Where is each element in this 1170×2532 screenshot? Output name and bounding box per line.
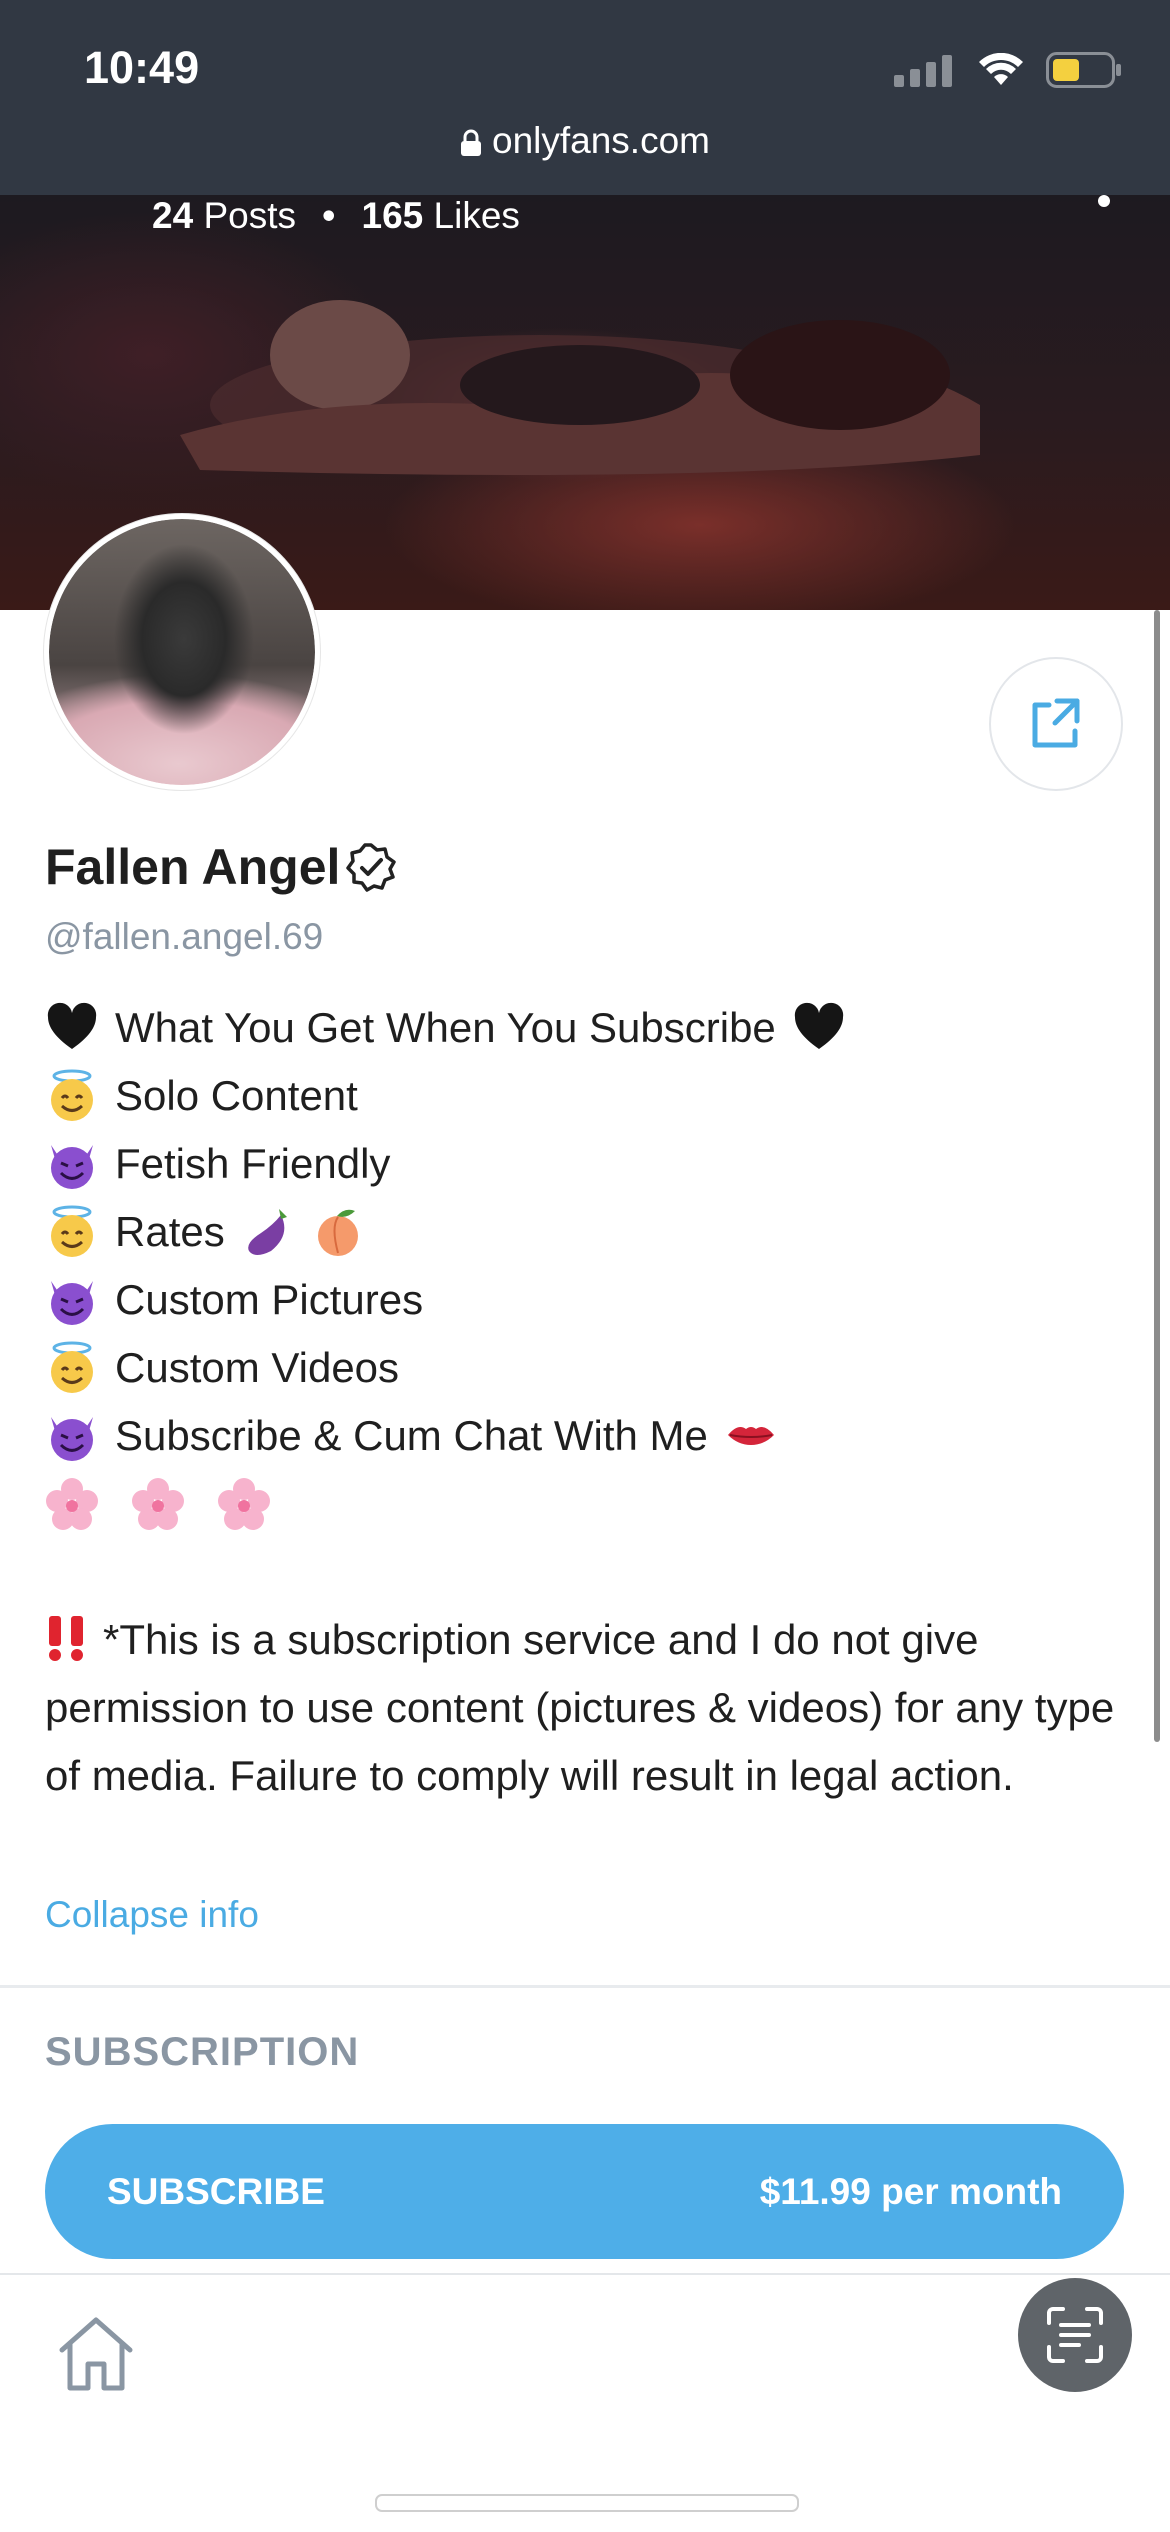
likes-count: 165 [361, 195, 424, 236]
bio-text: Rates [115, 1208, 225, 1255]
profile-bio: What You Get When You Subscribe Solo Con… [45, 994, 1125, 1810]
cover-photo-figure [180, 300, 980, 475]
home-indicator[interactable] [375, 2494, 799, 2512]
double-exclamation-icon [49, 1616, 83, 1661]
bio-disclaimer: *This is a subscription service and I do… [45, 1606, 1125, 1810]
share-button[interactable] [989, 657, 1123, 791]
bio-line: Solo Content [45, 1062, 1125, 1130]
subscription-heading: SUBSCRIPTION [45, 2030, 360, 2074]
lock-icon [461, 129, 481, 156]
bio-text: Subscribe & Cum Chat With Me [115, 1412, 708, 1459]
smiling-face-with-halo-icon [51, 1205, 93, 1257]
bio-line: Custom Videos [45, 1334, 1125, 1402]
posts-count: 24 [152, 195, 194, 236]
bio-text: Fetish Friendly [115, 1140, 391, 1187]
bio-text: What You Get When You Subscribe [115, 1004, 776, 1051]
smiling-face-with-horns-icon [51, 1417, 93, 1461]
eggplant-icon [247, 1209, 287, 1255]
posts-label: Posts [203, 195, 296, 236]
share-icon [1032, 698, 1080, 748]
profile-name-text: Fallen Angel [45, 839, 341, 895]
bio-line: Custom Pictures [45, 1266, 1125, 1334]
bio-line [45, 1470, 1125, 1538]
likes-label: Likes [433, 195, 520, 236]
bio-text: Custom Videos [115, 1344, 400, 1391]
cherry-blossom-icon [46, 1478, 98, 1530]
live-text-button[interactable] [1018, 2278, 1132, 2392]
cherry-blossom-icon [132, 1478, 184, 1530]
wifi-icon [979, 53, 1023, 85]
subscribe-button-label: SUBSCRIBE [107, 2170, 325, 2212]
avatar[interactable] [44, 514, 320, 790]
avatar-image [49, 519, 315, 785]
black-heart-icon [47, 1002, 97, 1049]
battery-icon [1046, 52, 1121, 88]
smiling-face-with-halo-icon [51, 1341, 93, 1393]
url-text: onlyfans.com [492, 120, 710, 161]
status-and-url-bar: 10:49 onlyfans.com [0, 0, 1170, 195]
subscribe-button[interactable]: SUBSCRIBE $11.99 per month [45, 2124, 1124, 2259]
bio-line: Subscribe & Cum Chat With Me [45, 1402, 1125, 1470]
smiling-face-with-halo-icon [51, 1069, 93, 1121]
stats-separator: • [322, 195, 336, 236]
home-icon[interactable] [56, 2316, 136, 2392]
disclaimer-text: *This is a subscription service and I do… [45, 1616, 1115, 1799]
profile-name: Fallen Angel [45, 838, 397, 896]
bio-line: What You Get When You Subscribe [45, 994, 1125, 1062]
bio-text: Solo Content [115, 1072, 358, 1119]
bio-text: Custom Pictures [115, 1276, 424, 1323]
smiling-face-with-horns-icon [51, 1145, 93, 1189]
cherry-blossom-icon [218, 1478, 270, 1530]
bottom-nav-divider [0, 2273, 1170, 2275]
kiss-mark-icon [727, 1427, 774, 1445]
live-text-icon [1047, 2307, 1103, 2363]
profile-handle: @fallen.angel.69 [45, 916, 324, 957]
black-heart-icon [794, 1002, 843, 1049]
section-divider [0, 1985, 1170, 1988]
bio-line: Fetish Friendly [45, 1130, 1125, 1198]
bio-line: Rates [45, 1198, 1125, 1266]
address-bar[interactable]: onlyfans.com [0, 120, 1170, 162]
status-icons [894, 50, 1122, 90]
smiling-face-with-horns-icon [51, 1281, 93, 1325]
subscription-price: $11.99 per month [759, 2170, 1062, 2212]
status-time: 10:49 [84, 42, 200, 93]
profile-stats: 24 Posts • 165 Likes [152, 195, 520, 237]
cellular-signal-icon [894, 55, 952, 87]
scrollbar[interactable] [1154, 610, 1160, 1742]
collapse-info-link[interactable]: Collapse info [45, 1894, 259, 1936]
verified-badge-icon [346, 843, 397, 892]
peach-icon [317, 1209, 358, 1256]
more-menu-dot[interactable] [1098, 195, 1110, 207]
